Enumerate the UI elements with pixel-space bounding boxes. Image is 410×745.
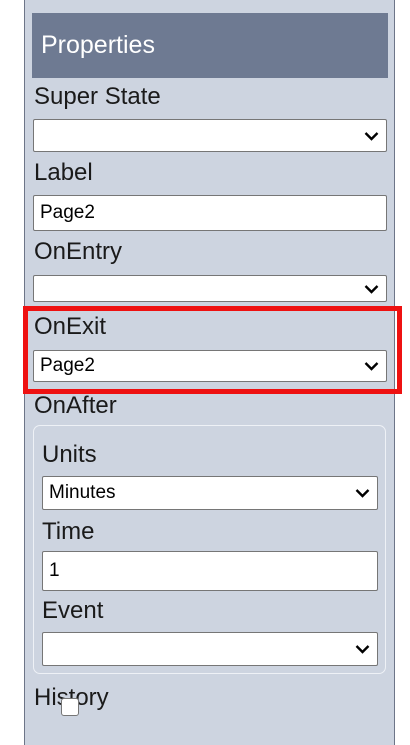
on-after-label: OnAfter: [34, 392, 117, 419]
on-entry-select[interactable]: [33, 275, 387, 302]
on-after-group: Units Minutes Time 1 Event: [33, 425, 386, 674]
units-value: Minutes: [49, 482, 116, 503]
units-select[interactable]: Minutes: [42, 476, 378, 510]
super-state-label: Super State: [34, 83, 161, 110]
units-label: Units: [42, 441, 97, 468]
event-label: Event: [42, 597, 104, 624]
time-input[interactable]: 1: [42, 551, 378, 591]
time-label: Time: [42, 518, 95, 545]
chevron-down-icon: [356, 276, 386, 301]
super-state-select[interactable]: [33, 119, 387, 152]
panel-title: Properties: [32, 13, 388, 78]
on-exit-highlight: [23, 306, 402, 394]
chevron-down-icon: [347, 633, 377, 665]
chevron-down-icon: [356, 120, 386, 151]
event-select[interactable]: [42, 632, 378, 666]
chevron-down-icon: [347, 477, 377, 509]
label-input[interactable]: Page2: [33, 195, 387, 231]
on-entry-label: OnEntry: [34, 238, 123, 265]
history-checkbox[interactable]: [61, 698, 79, 716]
label-field-label: Label: [34, 159, 93, 186]
